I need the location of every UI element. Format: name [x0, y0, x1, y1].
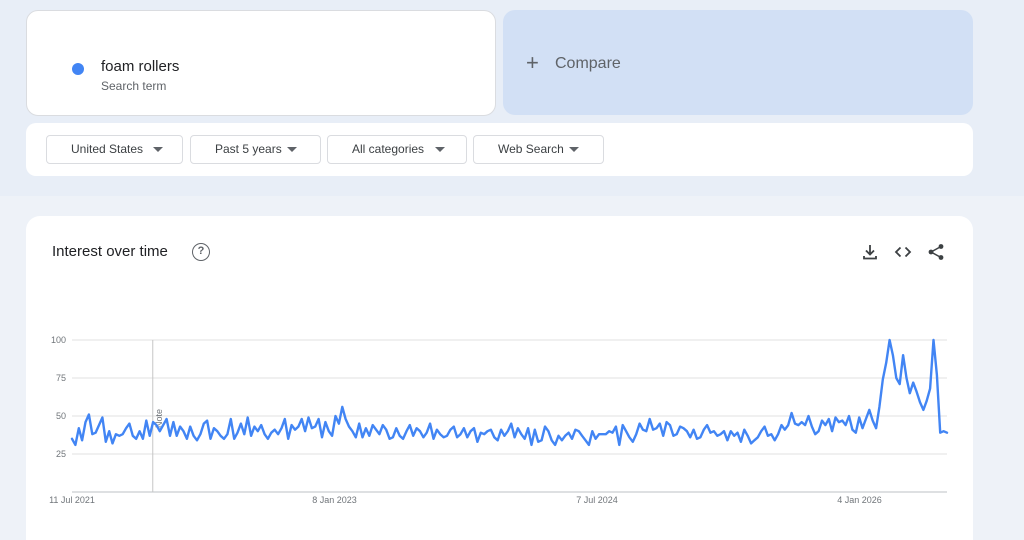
x-tick-label: 11 Jul 2021	[49, 495, 95, 505]
y-tick-label: 25	[56, 449, 66, 459]
foam-rollers-series-line	[70, 338, 949, 447]
interest-line-chart: 25 50 75 100 11 Jul 2021 8 Jan 2023 7 Jul 2024…	[49, 335, 949, 505]
x-tick-label: 7 Jul 2024	[576, 495, 618, 505]
y-tick-label: 100	[51, 335, 66, 345]
x-tick-label: 4 Jan 2026	[837, 495, 882, 505]
y-tick-label: 75	[56, 373, 66, 383]
x-tick-label: 8 Jan 2023	[312, 495, 357, 505]
y-tick-label: 50	[56, 411, 66, 421]
